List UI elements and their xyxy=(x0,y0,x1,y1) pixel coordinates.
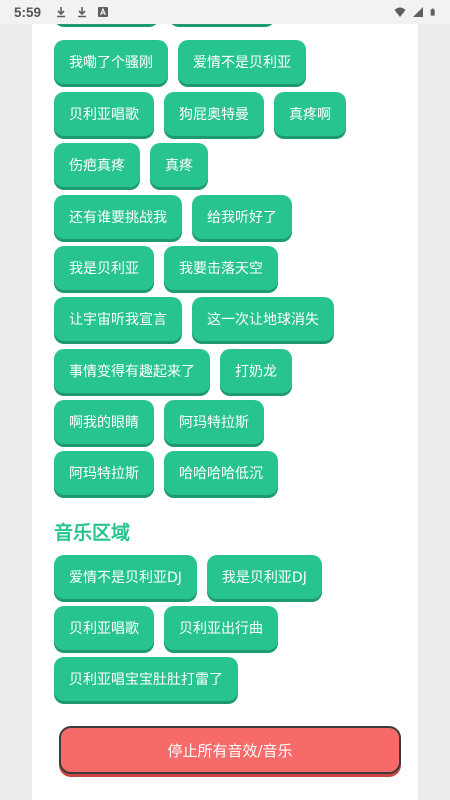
sound-row: 贝利亚唱歌 狗屁奥特曼 真疼啊 xyxy=(54,92,346,136)
sound-button[interactable]: 我是贝利亚 xyxy=(54,246,154,290)
sound-button[interactable]: 阿玛特拉斯 xyxy=(164,400,264,444)
sound-row: 我是贝利亚 我要击落天空 xyxy=(54,246,278,290)
sound-row: 阿玛特拉斯 哈哈哈哈低沉 xyxy=(54,451,278,495)
battery-icon xyxy=(430,8,435,16)
status-time: 5:59 xyxy=(14,4,42,20)
sound-button[interactable]: 这一次让地球消失 xyxy=(192,297,334,341)
sound-button[interactable]: 我嘞了个骚刚 xyxy=(54,40,168,84)
wifi-icon xyxy=(394,7,406,17)
stop-all-button[interactable]: 停止所有音效/音乐 xyxy=(59,726,401,774)
sound-row: 我嘞了个骚刚 爱情不是贝利亚 xyxy=(54,40,306,84)
download-icon xyxy=(78,7,87,18)
sound-row: 还有谁要挑战我 给我听好了 xyxy=(54,195,292,239)
download-icon xyxy=(57,7,66,18)
music-row: 贝利亚唱宝宝肚肚打雷了 xyxy=(54,657,238,701)
sound-button[interactable]: 阿玛特拉斯 xyxy=(54,451,154,495)
sound-button[interactable]: 贝利亚唱歌 xyxy=(54,92,154,136)
sound-row: 让宇宙听我宣言 这一次让地球消失 xyxy=(54,297,334,341)
sound-button[interactable]: 打奶龙 xyxy=(220,349,292,393)
music-button[interactable]: 我是贝利亚DJ xyxy=(206,555,322,599)
sound-button[interactable]: 真疼 xyxy=(150,143,208,187)
sound-row: 伤疤真疼 真疼 xyxy=(54,143,208,187)
sound-button[interactable]: 伤疤真疼 xyxy=(54,143,140,187)
sound-button[interactable]: 给我听好了 xyxy=(192,195,292,239)
music-button[interactable]: 贝利亚唱歌 xyxy=(54,606,154,650)
sound-button[interactable]: 哈哈哈哈低沉 xyxy=(164,451,278,495)
music-section-title: 音乐区域 xyxy=(54,522,131,544)
sound-button[interactable]: 爱情不是贝利亚 xyxy=(178,40,306,84)
music-row: 爱情不是贝利亚DJ 我是贝利亚DJ xyxy=(54,555,322,599)
font-icon xyxy=(98,7,109,17)
content-card: 我嘞了个骚刚 爱情不是贝利亚 贝利亚唱歌 狗屁奥特曼 真疼啊 伤疤真疼 真疼 还有谁要挑战我给… xyxy=(32,0,418,800)
sound-button[interactable]: 啊我的眼睛 xyxy=(54,400,154,444)
sound-button[interactable]: 真疼啊 xyxy=(274,92,346,136)
sound-button[interactable]: 狗屁奥特曼 xyxy=(164,92,264,136)
sound-row: 啊我的眼睛 阿玛特拉斯 xyxy=(54,400,264,444)
sound-button[interactable]: 让宇宙听我宣言 xyxy=(54,297,182,341)
music-button[interactable]: 贝利亚出行曲 xyxy=(164,606,278,650)
signal-icon xyxy=(413,7,423,17)
sound-button[interactable]: 事情变得有趣起来了 xyxy=(54,349,210,393)
music-row: 贝利亚唱歌 贝利亚出行曲 xyxy=(54,606,278,650)
system-icons xyxy=(394,6,438,18)
sound-row: 事情变得有趣起来了 打奶龙 xyxy=(54,349,292,393)
sound-button[interactable]: 我要击落天空 xyxy=(164,246,278,290)
notification-icons xyxy=(55,6,109,18)
status-bar: 5:59 xyxy=(0,0,450,24)
music-button[interactable]: 贝利亚唱宝宝肚肚打雷了 xyxy=(54,657,238,701)
sound-button[interactable]: 还有谁要挑战我 xyxy=(54,195,182,239)
music-button[interactable]: 爱情不是贝利亚DJ xyxy=(54,555,197,599)
